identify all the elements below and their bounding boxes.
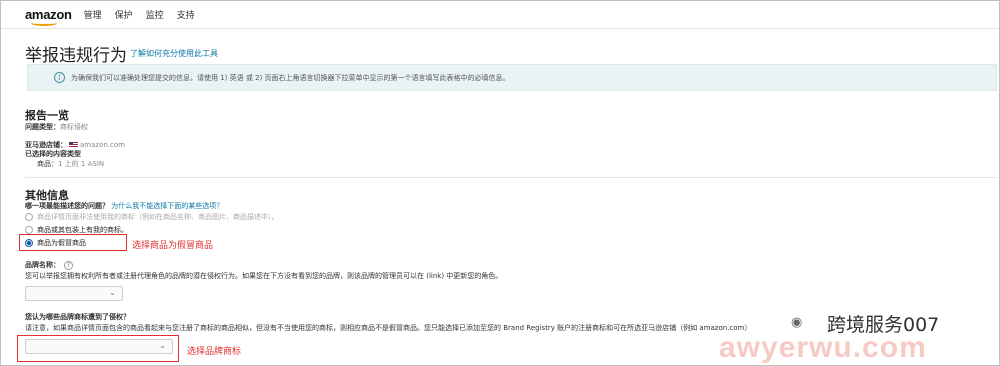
page-title: 举报违规行为 xyxy=(25,46,127,66)
brand-select[interactable]: ⌄ xyxy=(25,286,123,301)
chevron-down-icon: ⌄ xyxy=(159,341,166,350)
page-frame: amazon 管理 保护 监控 支持 举报违规行为 了解如何充分使用此工具 i … xyxy=(0,0,1000,366)
amazon-logo[interactable]: amazon xyxy=(25,7,72,26)
nav-support[interactable]: 支持 xyxy=(177,8,195,21)
watermark-name: 跨境服务007 xyxy=(827,314,940,336)
wechat-icon: ◉ xyxy=(791,315,803,330)
brand-name-label: 品牌名称：? xyxy=(25,260,73,270)
radio-icon[interactable] xyxy=(25,213,33,221)
learn-how-link[interactable]: 了解如何充分使用此工具 xyxy=(130,48,218,59)
radio-selected-icon[interactable] xyxy=(25,239,33,247)
help-icon[interactable]: ? xyxy=(64,261,73,270)
report-summary-title: 报告一览 xyxy=(25,109,69,122)
top-navigation-bar: amazon 管理 保护 监控 支持 xyxy=(1,1,999,29)
product-row: 商品：1 上的 1 ASIN xyxy=(37,160,105,168)
annotation-select-counterfeit: 选择商品为假冒商品 xyxy=(132,241,214,251)
content-type-label: 已选择的内容类型 xyxy=(25,150,81,158)
info-icon: i xyxy=(54,72,65,83)
us-flag-icon xyxy=(69,142,78,148)
section-divider xyxy=(25,177,997,178)
trademark-select[interactable]: ⌄ xyxy=(25,339,173,354)
trademark-label: 您认为哪些品牌商标遭到了侵权？ xyxy=(25,313,130,321)
annotation-select-trademark: 选择品牌商标 xyxy=(187,347,242,357)
why-cannot-select-link[interactable]: 为什么我不能选择下面的某些选项？ xyxy=(111,202,223,210)
chevron-down-icon: ⌄ xyxy=(109,288,116,297)
question-row: 哪一项最能描述您的问题？ 为什么我不能选择下面的某些选项？ xyxy=(25,202,224,210)
option-listing-misuse[interactable]: 商品详情页面非法使用我的商标（例如在商品名称、商品图片、商品描述中）。 xyxy=(25,212,279,222)
info-text: 为确保我们可以准确处理您提交的信息，请使用 1) 英语 或 2) 页面右上角语言… xyxy=(71,73,510,82)
issue-type-row: 问题类型：商标侵权 xyxy=(25,123,88,131)
trademark-description: 请注意，如果商品详情页面包含的商品看起来与您注册了商标的商品相似，但没有不当使用… xyxy=(25,324,752,332)
radio-icon[interactable] xyxy=(25,226,33,234)
option-counterfeit[interactable]: 商品为假冒商品 xyxy=(25,238,86,248)
nav-manage[interactable]: 管理 xyxy=(84,8,102,21)
brand-description: 您可以举报您拥有权利所有者或注册代理角色的品牌的潜在侵权行为。如果您在下方没有看… xyxy=(25,272,503,280)
nav-protect[interactable]: 保护 xyxy=(115,8,133,21)
info-banner: i 为确保我们可以准确处理您提交的信息，请使用 1) 英语 或 2) 页面右上角… xyxy=(27,64,997,91)
nav-monitor[interactable]: 监控 xyxy=(146,8,164,21)
